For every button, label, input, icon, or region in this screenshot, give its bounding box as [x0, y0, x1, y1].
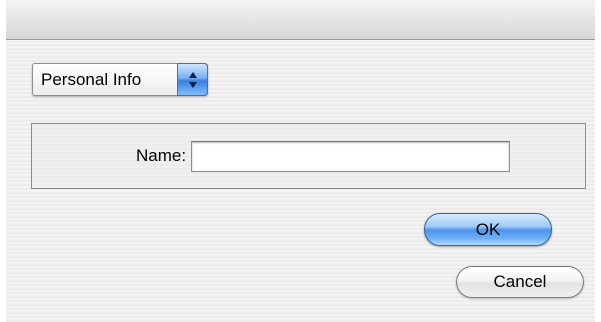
section-popup-label: Personal Info: [41, 70, 142, 89]
section-popup-button[interactable]: Personal Info: [32, 63, 208, 96]
title-bar: [6, 0, 595, 40]
cancel-button[interactable]: Cancel: [456, 266, 584, 298]
ok-button[interactable]: OK: [424, 213, 552, 246]
dialog-window: Personal Info Name: OK Cancel: [6, 0, 595, 322]
name-field[interactable]: [191, 141, 510, 172]
personal-info-group: Name:: [31, 123, 586, 189]
up-down-arrows-icon: [177, 63, 208, 96]
name-label: Name:: [136, 146, 187, 165]
